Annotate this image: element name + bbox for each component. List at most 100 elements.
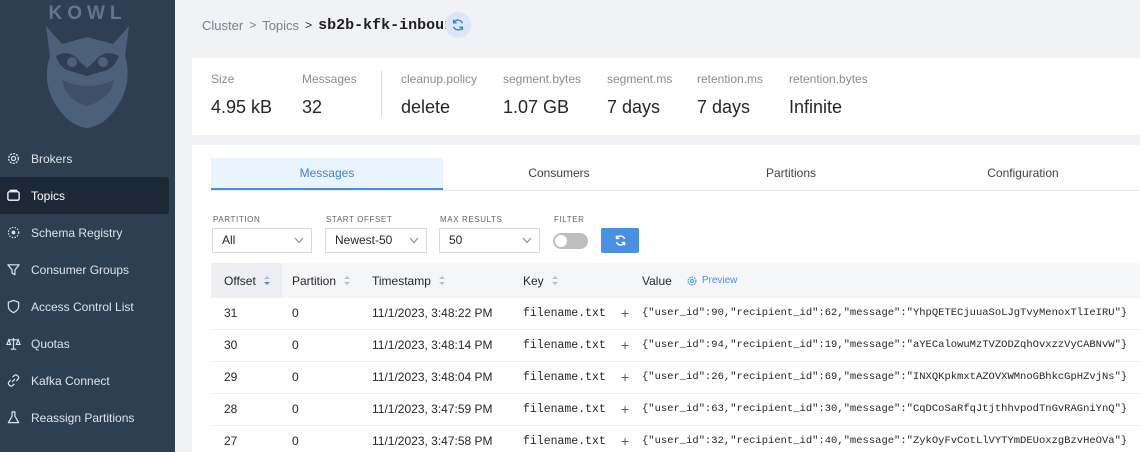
partition-select[interactable]: All <box>212 228 312 253</box>
sidebar-item-topics[interactable]: Topics <box>0 177 169 214</box>
sidebar-item-label: Topics <box>31 188 66 203</box>
breadcrumb-separator-icon: > <box>305 18 313 32</box>
stat-retention-bytes: retention.bytes Infinite <box>789 72 868 118</box>
partition-cell: 0 <box>292 402 299 416</box>
page-title: sb2b-kfk-inbound <box>318 16 463 34</box>
stat-value: Infinite <box>789 97 843 117</box>
value-cell: {"user_id":90,"recipient_id":62,"message… <box>642 307 1128 319</box>
sidebar-item-label: Access Control List <box>31 299 134 314</box>
expand-row-icon[interactable]: + <box>621 330 629 361</box>
value-cell: {"user_id":32,"recipient_id":40,"message… <box>642 435 1128 447</box>
sidebar-item-brokers[interactable]: Brokers <box>0 140 175 177</box>
partition-cell: 0 <box>292 370 299 384</box>
start-offset-select[interactable]: Newest-50 <box>325 228 427 253</box>
scale-icon <box>6 337 21 350</box>
stat-segment-bytes: segment.bytes 1.07 GB <box>503 72 581 118</box>
topics-icon <box>7 189 20 201</box>
sidebar-item-reassign-partitions[interactable]: Reassign Partitions <box>0 399 175 436</box>
stat-label: segment.bytes <box>503 72 582 86</box>
stat-messages: Messages 32 <box>302 72 357 118</box>
owl-logo-icon <box>46 26 129 128</box>
table-row[interactable]: 27 0 11/1/2023, 3:47:58 PM filename.txt … <box>211 426 1140 452</box>
expand-row-icon[interactable]: + <box>621 426 629 452</box>
expand-row-icon[interactable]: + <box>621 298 629 329</box>
max-results-select[interactable]: 50 <box>439 228 540 253</box>
offset-cell: 27 <box>224 434 238 448</box>
value-cell: {"user_id":94,"recipient_id":19,"message… <box>642 339 1128 351</box>
key-cell: filename.txt <box>523 403 606 416</box>
table-row[interactable]: 30 0 11/1/2023, 3:48:14 PM filename.txt … <box>211 330 1140 362</box>
offset-cell: 29 <box>224 370 238 384</box>
column-header-label: Value <box>642 273 672 288</box>
gear-icon <box>687 276 697 285</box>
stat-label: retention.ms <box>697 72 764 86</box>
stat-value: 7 days <box>697 97 751 117</box>
sidebar: KOWL Brokers Topics Schema Registry Cons… <box>0 0 175 452</box>
search-messages-button[interactable] <box>601 228 639 253</box>
timestamp-cell: 11/1/2023, 3:47:59 PM <box>372 402 493 416</box>
sidebar-item-access-control-list[interactable]: Access Control List <box>0 288 175 325</box>
offset-cell: 28 <box>224 402 238 416</box>
table-row[interactable]: 31 0 11/1/2023, 3:48:22 PM filename.txt … <box>211 298 1140 330</box>
stat-label: retention.bytes <box>789 72 868 86</box>
link-icon <box>7 374 20 387</box>
sort-icon <box>438 276 445 285</box>
breadcrumb-separator-icon: > <box>249 18 257 32</box>
chevron-down-icon <box>409 237 419 244</box>
timestamp-cell: 11/1/2023, 3:48:14 PM <box>372 338 493 352</box>
sort-descending-icon <box>263 276 270 285</box>
column-header-offset[interactable]: Offset <box>211 263 282 298</box>
stat-value: 7 days <box>607 97 661 117</box>
partition-cell: 0 <box>292 434 299 448</box>
sidebar-item-label: Reassign Partitions <box>31 410 135 425</box>
partition-cell: 0 <box>292 306 299 320</box>
column-header-partition[interactable]: Partition <box>292 263 372 298</box>
partition-filter-label: PARTITION <box>213 215 261 224</box>
filter-toggle[interactable] <box>553 233 588 249</box>
breadcrumb-topics-link[interactable]: Topics <box>262 18 299 33</box>
key-cell: filename.txt <box>523 371 606 384</box>
column-header-timestamp[interactable]: Timestamp <box>372 263 522 298</box>
stat-label: Messages <box>302 72 357 86</box>
topic-tabs: Messages Consumers Partitions Configurat… <box>211 158 1140 191</box>
preview-label: Preview <box>701 275 738 286</box>
partition-select-value: All <box>222 233 236 247</box>
sidebar-item-label: Schema Registry <box>31 225 123 240</box>
breadcrumb-cluster-link[interactable]: Cluster <box>202 18 243 33</box>
tab-consumers[interactable]: Consumers <box>443 158 675 190</box>
stat-size: Size 4.95 kB <box>211 72 272 118</box>
column-header-value: Value Preview <box>642 263 1132 298</box>
sidebar-item-quotas[interactable]: Quotas <box>0 325 175 362</box>
preview-settings-button[interactable]: Preview <box>686 275 738 287</box>
tab-partitions[interactable]: Partitions <box>675 158 907 190</box>
tab-configuration[interactable]: Configuration <box>907 158 1139 190</box>
offset-cell: 31 <box>224 306 238 320</box>
column-header-key[interactable]: Key <box>523 263 642 298</box>
stat-value: delete <box>401 97 451 117</box>
chevron-down-icon <box>294 237 304 244</box>
expand-row-icon[interactable]: + <box>621 362 629 393</box>
tab-messages[interactable]: Messages <box>211 158 443 190</box>
partition-cell: 0 <box>292 338 299 352</box>
sidebar-item-label: Consumer Groups <box>31 262 130 277</box>
sidebar-item-consumer-groups[interactable]: Consumer Groups <box>0 251 175 288</box>
refresh-topic-button[interactable] <box>445 12 471 38</box>
column-header-label: Timestamp <box>372 273 431 288</box>
stat-value: 32 <box>302 97 323 117</box>
filter-toggle-label: FILTER <box>554 215 585 224</box>
gear-icon <box>7 152 20 165</box>
start-offset-filter-label: START OFFSET <box>326 215 393 224</box>
table-row[interactable]: 28 0 11/1/2023, 3:47:59 PM filename.txt … <box>211 394 1140 426</box>
sidebar-item-schema-registry[interactable]: Schema Registry <box>0 214 175 251</box>
column-header-label: Key <box>523 273 544 288</box>
messages-table: Offset Partition Timestamp Key Value Pre… <box>211 263 1140 452</box>
sort-icon <box>551 276 558 285</box>
sidebar-item-kafka-connect[interactable]: Kafka Connect <box>0 362 175 399</box>
chevron-down-icon <box>522 237 532 244</box>
table-row[interactable]: 29 0 11/1/2023, 3:48:04 PM filename.txt … <box>211 362 1140 394</box>
breadcrumb: Cluster > Topics > sb2b-kfk-inbound <box>202 14 462 36</box>
stats-divider <box>381 71 382 117</box>
stat-label: segment.ms <box>607 72 673 86</box>
filter-icon <box>7 264 20 276</box>
expand-row-icon[interactable]: + <box>621 394 629 425</box>
